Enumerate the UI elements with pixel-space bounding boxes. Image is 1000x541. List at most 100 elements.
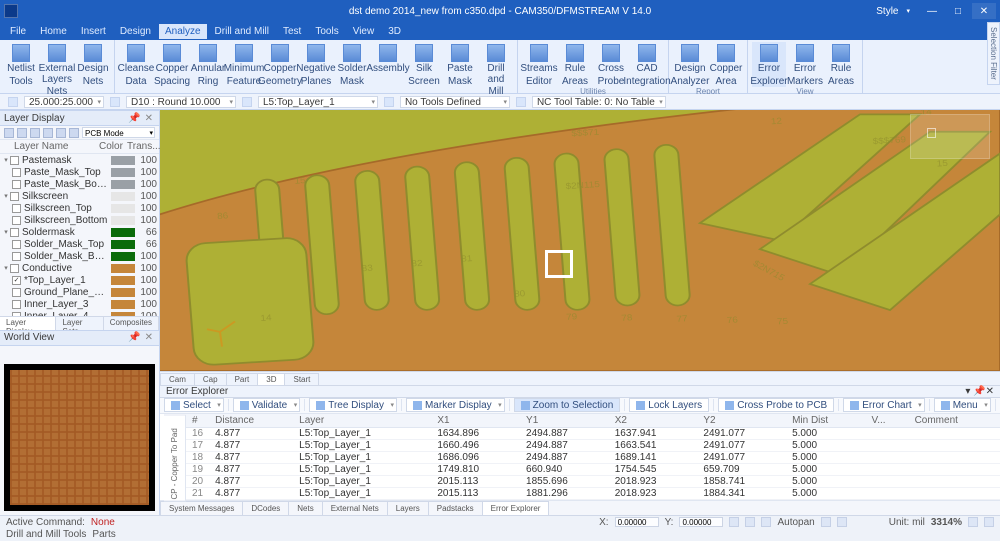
error-tb-menu[interactable]: Menu — [934, 398, 991, 412]
table-header[interactable]: Comment — [909, 414, 1000, 428]
layer-checkbox[interactable] — [12, 276, 21, 285]
menu-view[interactable]: View — [347, 24, 381, 39]
measure-icon[interactable] — [761, 517, 771, 527]
fullscreen-icon[interactable] — [984, 517, 994, 527]
table-row[interactable]: 184.877L5:Top_Layer_11686.0962494.887168… — [186, 452, 1000, 464]
systab-system-messages[interactable]: System Messages — [160, 501, 243, 515]
panel-close-button[interactable]: ✕ — [143, 332, 155, 343]
layer-tool-icon[interactable] — [17, 128, 27, 138]
ribbon-streams-editor-button[interactable]: StreamsEditor — [522, 42, 556, 87]
ribbon-design-analyzer-button[interactable]: DesignAnalyzer — [673, 42, 707, 87]
x-coord-input[interactable] — [615, 517, 659, 527]
layer-checkbox[interactable] — [12, 168, 21, 177]
menu-test[interactable]: Test — [277, 24, 307, 39]
status-icon[interactable] — [821, 517, 831, 527]
layer-tool-icon[interactable] — [43, 128, 53, 138]
error-tb-error-chart[interactable]: Error Chart — [843, 398, 924, 412]
pcb-3d-view[interactable]: 14 86 15 83 82 81 80 79 78 77 76 75 $2N7… — [160, 110, 1000, 371]
table-header[interactable]: # — [186, 414, 209, 428]
layer-checkbox[interactable] — [12, 240, 21, 249]
layer-row[interactable]: Ground_Plane_Layer_2100 — [0, 286, 159, 298]
tool-label[interactable]: Drill and Mill Tools — [6, 529, 86, 540]
table-header[interactable]: Y1 — [520, 414, 609, 428]
error-table[interactable]: #DistanceLayerX1Y1X2Y2Min DistV...Commen… — [186, 414, 1000, 501]
table-header[interactable]: V... — [866, 414, 909, 428]
layer-tab[interactable]: Composites — [104, 317, 159, 330]
layer-row[interactable]: Inner_Layer_3100 — [0, 298, 159, 310]
layer-row[interactable]: Silkscreen_Top100 — [0, 202, 159, 214]
placeholder-icon[interactable] — [516, 97, 526, 107]
view-tab-start[interactable]: Start — [284, 373, 319, 385]
maximize-button[interactable]: □ — [946, 3, 970, 19]
menu-drill-and-mill[interactable]: Drill and Mill — [209, 24, 275, 39]
status-icon[interactable] — [837, 517, 847, 527]
table-header[interactable]: X1 — [431, 414, 520, 428]
layer-row[interactable]: *Top_Layer_1100 — [0, 274, 159, 286]
error-tb-validate[interactable]: Validate — [233, 398, 300, 412]
ribbon-error-explorer-button[interactable]: ErrorExplorer — [752, 42, 786, 87]
table-header[interactable]: Distance — [209, 414, 293, 428]
ribbon-assembly-button[interactable]: Assembly — [371, 42, 405, 98]
ribbon-external-layers-nets-button[interactable]: External LayersNets — [40, 42, 74, 98]
layer-tool-icon[interactable] — [30, 128, 40, 138]
layer-list[interactable]: ▾Pastemask100Paste_Mask_Top100Paste_Mask… — [0, 154, 159, 316]
table-header[interactable]: Layer — [293, 414, 431, 428]
layer-tool-icon[interactable] — [4, 128, 14, 138]
panel-close-button[interactable]: ✕ — [986, 386, 994, 397]
pin-icon[interactable]: ▾ 📌 — [965, 386, 985, 397]
ribbon-error-markers-button[interactable]: ErrorMarkers — [788, 42, 822, 87]
ribbon-copper-spacing-button[interactable]: CopperSpacing — [155, 42, 189, 98]
ribbon-paste-mask-button[interactable]: PasteMask — [443, 42, 477, 98]
ribbon-cad-integration-button[interactable]: CADIntegration — [630, 42, 664, 87]
layer-checkbox[interactable] — [12, 300, 21, 309]
layer-dropdown[interactable]: L5:Top_Layer_1 — [258, 96, 378, 108]
menu-analyze[interactable]: Analyze — [159, 24, 207, 39]
error-tb-lock-layers[interactable]: Lock Layers — [629, 398, 709, 412]
layer-checkbox[interactable] — [12, 204, 21, 213]
layer-checkbox[interactable] — [12, 288, 21, 297]
layer-row[interactable]: Solder_Mask_Bottom100 — [0, 250, 159, 262]
d-code-dropdown[interactable]: D10 : Round 10.000 — [126, 96, 236, 108]
ribbon-netlist-tools-button[interactable]: NetlistTools — [4, 42, 38, 98]
close-button[interactable]: ✕ — [972, 3, 996, 19]
error-tb-tree-display[interactable]: Tree Display — [309, 398, 397, 412]
placeholder-icon[interactable] — [8, 97, 18, 107]
systab-error-explorer[interactable]: Error Explorer — [482, 501, 550, 515]
error-tb-select[interactable]: Select — [164, 398, 224, 412]
view-tab-cam[interactable]: Cam — [160, 373, 195, 385]
zoom-label[interactable]: 3314% — [931, 517, 962, 528]
nc-table-dropdown[interactable]: NC Tool Table: 0: No Table — [532, 96, 666, 108]
layer-row[interactable]: Solder_Mask_Top66 — [0, 238, 159, 250]
layer-category[interactable]: ▾Pastemask100 — [0, 154, 159, 166]
ribbon-design-nets-button[interactable]: DesignNets — [76, 42, 110, 98]
menu-tools[interactable]: Tools — [309, 24, 344, 39]
panel-close-button[interactable]: ✕ — [143, 113, 155, 124]
grid-icon[interactable] — [745, 517, 755, 527]
menu-design[interactable]: Design — [114, 24, 157, 39]
systab-dcodes[interactable]: DCodes — [242, 501, 289, 515]
placeholder-icon[interactable] — [384, 97, 394, 107]
layer-row[interactable]: Paste_Mask_Bottom100 — [0, 178, 159, 190]
scale-dropdown[interactable]: 25.000:25.000 — [24, 96, 104, 108]
ribbon-minimum-feature-button[interactable]: MinimumFeature — [227, 42, 261, 98]
menu-insert[interactable]: Insert — [75, 24, 112, 39]
tool-dropdown[interactable]: No Tools Defined — [400, 96, 510, 108]
layer-category[interactable]: ▾Soldermask66 — [0, 226, 159, 238]
error-tb-zoom-to-selection[interactable]: Zoom to Selection — [514, 398, 621, 412]
style-dropdown[interactable]: Style — [868, 6, 906, 17]
parts-label[interactable]: Parts — [92, 529, 115, 540]
view-tab-cap[interactable]: Cap — [194, 373, 227, 385]
world-view-canvas[interactable] — [4, 364, 155, 512]
minimap[interactable] — [910, 114, 990, 159]
table-row[interactable]: 174.877L5:Top_Layer_11660.4962494.887166… — [186, 440, 1000, 452]
layer-category[interactable]: ▾Silkscreen100 — [0, 190, 159, 202]
ribbon-cleanse-data-button[interactable]: CleanseData — [119, 42, 153, 98]
ribbon-rule-areas-button[interactable]: RuleAreas — [558, 42, 592, 87]
systab-nets[interactable]: Nets — [288, 501, 322, 515]
table-header[interactable]: Min Dist — [786, 414, 865, 428]
ribbon-copper-area-button[interactable]: CopperArea — [709, 42, 743, 87]
table-header[interactable]: X2 — [609, 414, 698, 428]
autopan-toggle[interactable]: Autopan — [777, 517, 814, 528]
y-coord-input[interactable] — [679, 517, 723, 527]
layer-tab[interactable]: Layer Sets — [56, 317, 103, 330]
